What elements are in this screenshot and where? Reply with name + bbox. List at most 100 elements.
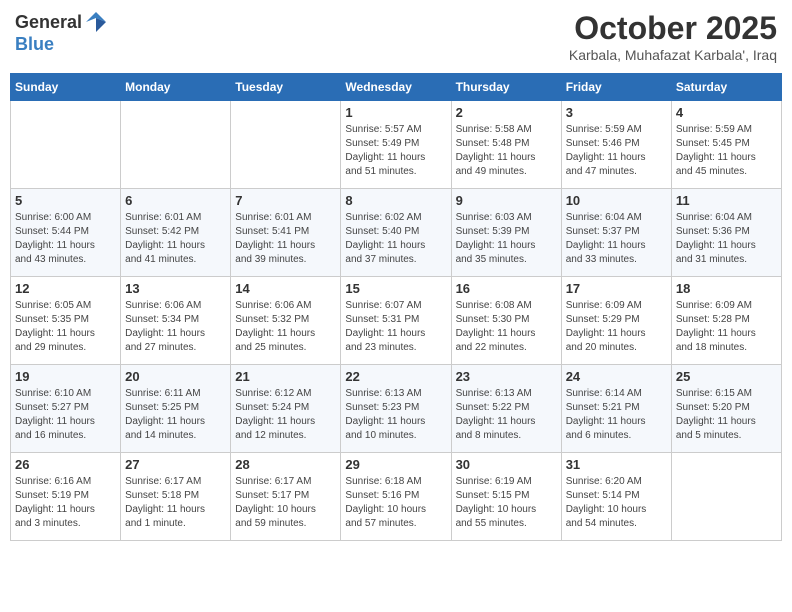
calendar-cell: 14Sunrise: 6:06 AM Sunset: 5:32 PM Dayli… bbox=[231, 277, 341, 365]
day-info: Sunrise: 5:58 AM Sunset: 5:48 PM Dayligh… bbox=[456, 123, 557, 179]
calendar-cell bbox=[121, 101, 231, 189]
calendar-cell: 27 Sunrise: 6:17 AM Sunset: 5:18 PM Dayli… bbox=[121, 453, 231, 541]
calendar-header-tuesday: Tuesday bbox=[231, 74, 341, 101]
day-info: Sunrise: 6:20 AM Sunset: 5:14 PM Dayligh… bbox=[566, 475, 667, 531]
day-number: 14 bbox=[235, 281, 336, 296]
day-number: 28 bbox=[235, 457, 336, 472]
day-info: Sunrise: 6:06 AM Sunset: 5:34 PM Dayligh… bbox=[125, 299, 226, 355]
calendar-cell: 7Sunrise: 6:01 AM Sunset: 5:41 PM Daylig… bbox=[231, 189, 341, 277]
logo-blue: Blue bbox=[15, 34, 54, 55]
calendar-cell: 4 Sunrise: 5:59 AM Sunset: 5:45 PM Daylig… bbox=[671, 101, 781, 189]
calendar-header-monday: Monday bbox=[121, 74, 231, 101]
calendar-week-row: 19 Sunrise: 6:10 AM Sunset: 5:27 PM Dayli… bbox=[11, 365, 782, 453]
calendar-cell: 18Sunrise: 6:09 AM Sunset: 5:28 PM Dayli… bbox=[671, 277, 781, 365]
day-number: 26 bbox=[15, 457, 116, 472]
day-info: Sunrise: 6:08 AM Sunset: 5:30 PM Dayligh… bbox=[456, 299, 557, 355]
calendar-cell bbox=[11, 101, 121, 189]
day-info: Sunrise: 6:04 AM Sunset: 5:37 PM Dayligh… bbox=[566, 211, 667, 267]
calendar-week-row: 5Sunrise: 6:00 AM Sunset: 5:44 PM Daylig… bbox=[11, 189, 782, 277]
day-info: Sunrise: 6:09 AM Sunset: 5:28 PM Dayligh… bbox=[676, 299, 777, 355]
day-number: 31 bbox=[566, 457, 667, 472]
calendar-cell bbox=[231, 101, 341, 189]
day-number: 9 bbox=[456, 193, 557, 208]
day-number: 22 bbox=[345, 369, 446, 384]
day-info: Sunrise: 5:59 AM Sunset: 5:45 PM Dayligh… bbox=[676, 123, 777, 179]
day-number: 10 bbox=[566, 193, 667, 208]
day-number: 13 bbox=[125, 281, 226, 296]
calendar-cell: 12Sunrise: 6:05 AM Sunset: 5:35 PM Dayli… bbox=[11, 277, 121, 365]
day-info: Sunrise: 6:03 AM Sunset: 5:39 PM Dayligh… bbox=[456, 211, 557, 267]
calendar-cell: 28 Sunrise: 6:17 AM Sunset: 5:17 PM Dayli… bbox=[231, 453, 341, 541]
title-section: October 2025 Karbala, Muhafazat Karbala'… bbox=[569, 10, 777, 63]
calendar-cell: 16 Sunrise: 6:08 AM Sunset: 5:30 PM Dayli… bbox=[451, 277, 561, 365]
calendar-table: SundayMondayTuesdayWednesdayThursdayFrid… bbox=[10, 73, 782, 541]
day-info: Sunrise: 6:13 AM Sunset: 5:23 PM Dayligh… bbox=[345, 387, 446, 443]
month-title: October 2025 bbox=[569, 10, 777, 47]
day-number: 2 bbox=[456, 105, 557, 120]
calendar-cell: 22 Sunrise: 6:13 AM Sunset: 5:23 PM Dayli… bbox=[341, 365, 451, 453]
calendar-cell bbox=[671, 453, 781, 541]
day-info: Sunrise: 6:16 AM Sunset: 5:19 PM Dayligh… bbox=[15, 475, 116, 531]
day-number: 3 bbox=[566, 105, 667, 120]
calendar-cell: 1 Sunrise: 5:57 AM Sunset: 5:49 PM Daylig… bbox=[341, 101, 451, 189]
day-number: 27 bbox=[125, 457, 226, 472]
calendar-header-row: SundayMondayTuesdayWednesdayThursdayFrid… bbox=[11, 74, 782, 101]
day-info: Sunrise: 6:17 AM Sunset: 5:18 PM Dayligh… bbox=[125, 475, 226, 531]
day-info: Sunrise: 6:19 AM Sunset: 5:15 PM Dayligh… bbox=[456, 475, 557, 531]
calendar-cell: 20 Sunrise: 6:11 AM Sunset: 5:25 PM Dayli… bbox=[121, 365, 231, 453]
day-number: 4 bbox=[676, 105, 777, 120]
calendar-cell: 25Sunrise: 6:15 AM Sunset: 5:20 PM Dayli… bbox=[671, 365, 781, 453]
day-info: Sunrise: 6:18 AM Sunset: 5:16 PM Dayligh… bbox=[345, 475, 446, 531]
day-info: Sunrise: 6:12 AM Sunset: 5:24 PM Dayligh… bbox=[235, 387, 336, 443]
day-number: 11 bbox=[676, 193, 777, 208]
calendar-week-row: 26 Sunrise: 6:16 AM Sunset: 5:19 PM Dayli… bbox=[11, 453, 782, 541]
day-info: Sunrise: 5:57 AM Sunset: 5:49 PM Dayligh… bbox=[345, 123, 446, 179]
calendar-header-thursday: Thursday bbox=[451, 74, 561, 101]
calendar-cell: 10 Sunrise: 6:04 AM Sunset: 5:37 PM Dayli… bbox=[561, 189, 671, 277]
calendar-cell: 15 Sunrise: 6:07 AM Sunset: 5:31 PM Dayli… bbox=[341, 277, 451, 365]
day-number: 29 bbox=[345, 457, 446, 472]
logo-icon bbox=[84, 10, 108, 34]
day-number: 19 bbox=[15, 369, 116, 384]
calendar-cell: 13 Sunrise: 6:06 AM Sunset: 5:34 PM Dayli… bbox=[121, 277, 231, 365]
calendar-week-row: 12Sunrise: 6:05 AM Sunset: 5:35 PM Dayli… bbox=[11, 277, 782, 365]
day-info: Sunrise: 6:10 AM Sunset: 5:27 PM Dayligh… bbox=[15, 387, 116, 443]
day-number: 5 bbox=[15, 193, 116, 208]
day-info: Sunrise: 6:17 AM Sunset: 5:17 PM Dayligh… bbox=[235, 475, 336, 531]
day-number: 17 bbox=[566, 281, 667, 296]
day-info: Sunrise: 6:14 AM Sunset: 5:21 PM Dayligh… bbox=[566, 387, 667, 443]
calendar-header-sunday: Sunday bbox=[11, 74, 121, 101]
calendar-cell: 23 Sunrise: 6:13 AM Sunset: 5:22 PM Dayli… bbox=[451, 365, 561, 453]
calendar-cell: 24Sunrise: 6:14 AM Sunset: 5:21 PM Dayli… bbox=[561, 365, 671, 453]
calendar-cell: 29 Sunrise: 6:18 AM Sunset: 5:16 PM Dayli… bbox=[341, 453, 451, 541]
day-number: 16 bbox=[456, 281, 557, 296]
calendar-cell: 9 Sunrise: 6:03 AM Sunset: 5:39 PM Daylig… bbox=[451, 189, 561, 277]
logo: General Blue bbox=[15, 10, 108, 55]
calendar-cell: 6Sunrise: 6:01 AM Sunset: 5:42 PM Daylig… bbox=[121, 189, 231, 277]
day-number: 7 bbox=[235, 193, 336, 208]
day-number: 15 bbox=[345, 281, 446, 296]
day-number: 21 bbox=[235, 369, 336, 384]
day-number: 20 bbox=[125, 369, 226, 384]
day-info: Sunrise: 6:04 AM Sunset: 5:36 PM Dayligh… bbox=[676, 211, 777, 267]
location: Karbala, Muhafazat Karbala', Iraq bbox=[569, 47, 777, 63]
day-info: Sunrise: 6:13 AM Sunset: 5:22 PM Dayligh… bbox=[456, 387, 557, 443]
day-info: Sunrise: 6:02 AM Sunset: 5:40 PM Dayligh… bbox=[345, 211, 446, 267]
calendar-header-friday: Friday bbox=[561, 74, 671, 101]
day-info: Sunrise: 6:01 AM Sunset: 5:42 PM Dayligh… bbox=[125, 211, 226, 267]
day-info: Sunrise: 6:11 AM Sunset: 5:25 PM Dayligh… bbox=[125, 387, 226, 443]
calendar-cell: 19 Sunrise: 6:10 AM Sunset: 5:27 PM Dayli… bbox=[11, 365, 121, 453]
day-number: 1 bbox=[345, 105, 446, 120]
calendar-header-saturday: Saturday bbox=[671, 74, 781, 101]
calendar-cell: 31 Sunrise: 6:20 AM Sunset: 5:14 PM Dayli… bbox=[561, 453, 671, 541]
calendar-cell: 30 Sunrise: 6:19 AM Sunset: 5:15 PM Dayli… bbox=[451, 453, 561, 541]
day-number: 23 bbox=[456, 369, 557, 384]
day-info: Sunrise: 6:07 AM Sunset: 5:31 PM Dayligh… bbox=[345, 299, 446, 355]
day-number: 30 bbox=[456, 457, 557, 472]
page-header: General Blue October 2025 Karbala, Muhaf… bbox=[10, 10, 782, 63]
calendar-body: 1 Sunrise: 5:57 AM Sunset: 5:49 PM Daylig… bbox=[11, 101, 782, 541]
calendar-cell: 8Sunrise: 6:02 AM Sunset: 5:40 PM Daylig… bbox=[341, 189, 451, 277]
calendar-cell: 5Sunrise: 6:00 AM Sunset: 5:44 PM Daylig… bbox=[11, 189, 121, 277]
day-number: 12 bbox=[15, 281, 116, 296]
calendar-header-wednesday: Wednesday bbox=[341, 74, 451, 101]
